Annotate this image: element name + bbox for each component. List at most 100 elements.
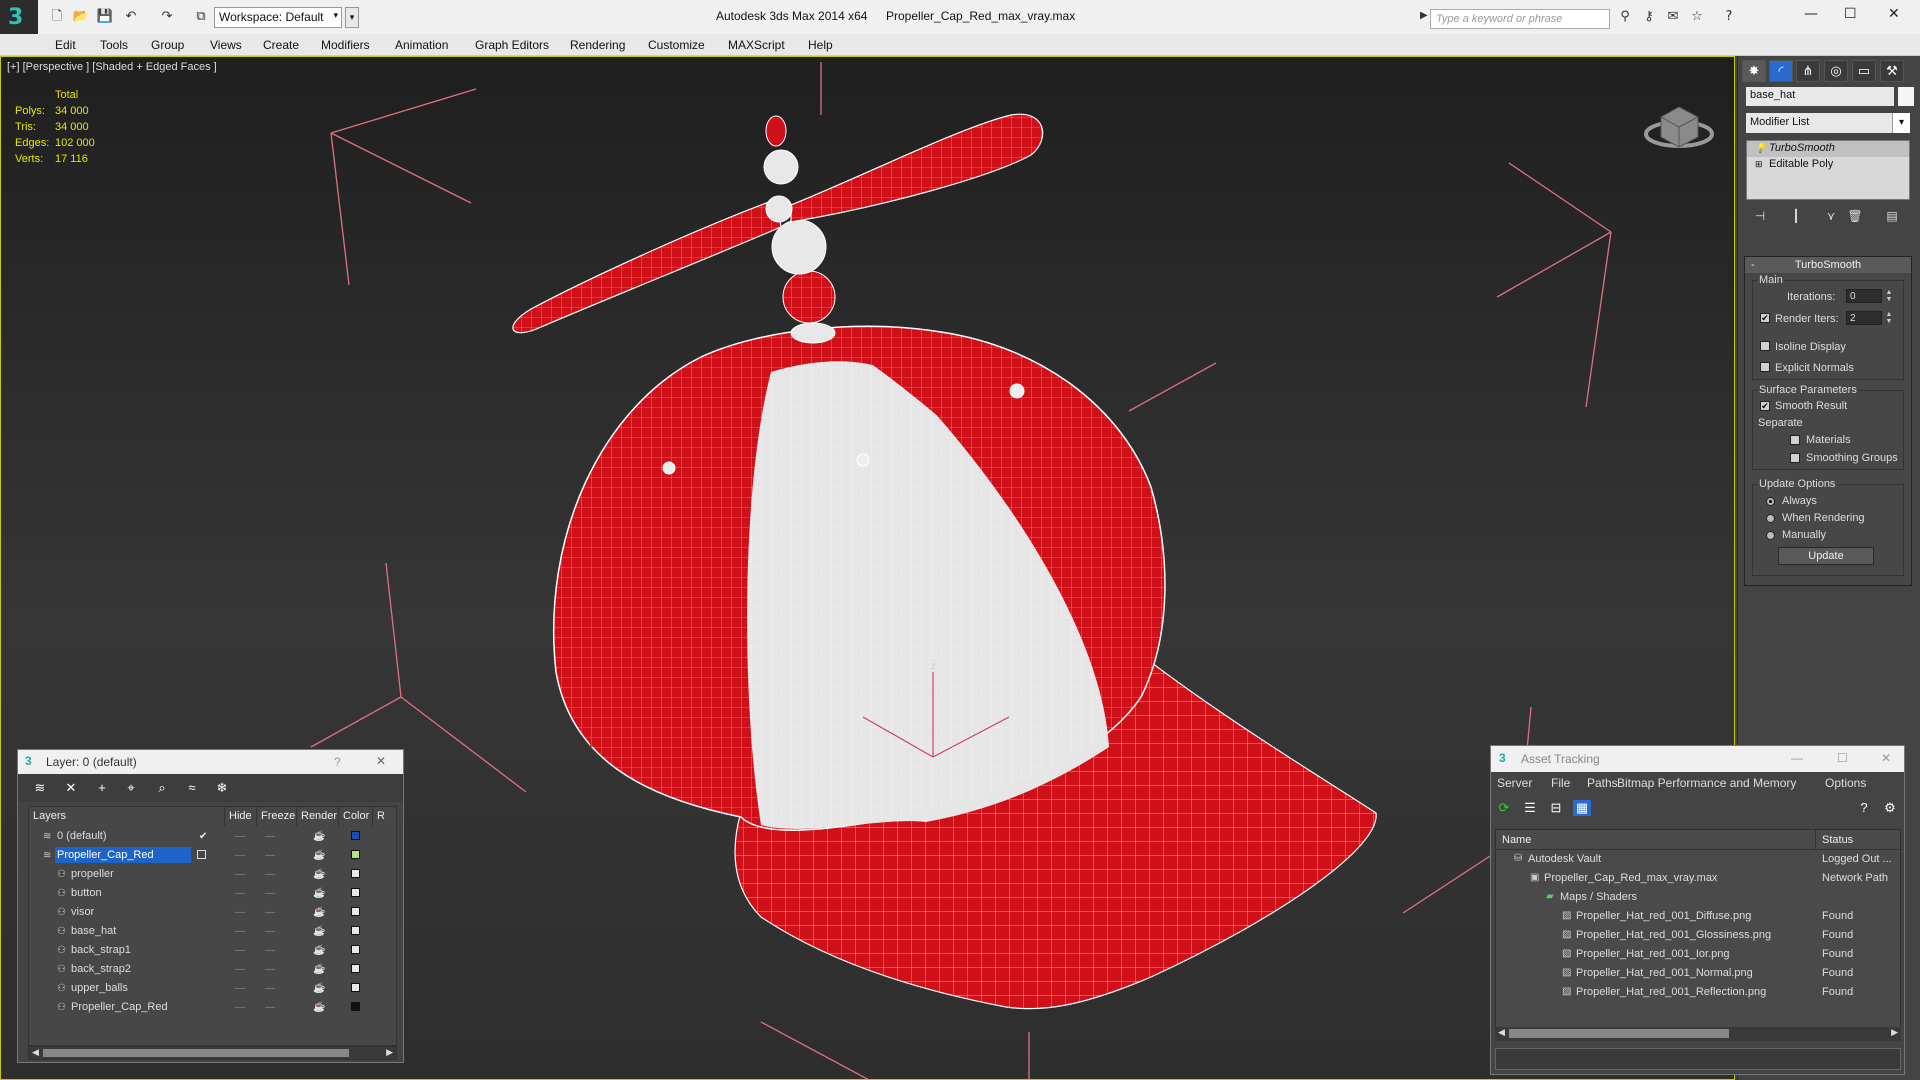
- update-when-rendering-radio[interactable]: [1766, 514, 1775, 523]
- app-logo-icon[interactable]: 3: [0, 0, 38, 38]
- select-objects-icon[interactable]: ⌖: [122, 780, 140, 796]
- asset-dialog-titlebar[interactable]: 3 Asset Tracking — ☐ ✕: [1491, 746, 1904, 772]
- layer-name[interactable]: back_strap2: [69, 961, 131, 977]
- update-always-radio[interactable]: [1766, 497, 1775, 506]
- asset-row[interactable]: ▨ Propeller_Hat_red_001_Ior.png Found: [1496, 946, 1900, 965]
- undo-icon[interactable]: ↶: [122, 8, 140, 26]
- viewcube-icon[interactable]: [1644, 106, 1714, 148]
- redo-icon[interactable]: ↷: [158, 8, 176, 26]
- layer-color-swatch[interactable]: [351, 926, 360, 935]
- menu-create[interactable]: Create: [263, 38, 299, 52]
- menu-tools[interactable]: Tools: [100, 38, 128, 52]
- stack-item-turbosmooth[interactable]: 💡 TurboSmooth: [1747, 141, 1909, 157]
- subscription-icon[interactable]: ⚷: [1640, 8, 1658, 26]
- menu-graph-editors[interactable]: Graph Editors: [475, 38, 549, 52]
- new-file-icon[interactable]: 🗋: [48, 8, 66, 26]
- render-iters-spinner[interactable]: 2: [1846, 311, 1882, 325]
- close-button[interactable]: ✕: [1881, 751, 1891, 765]
- menu-file[interactable]: File: [1551, 776, 1570, 790]
- active-layer-check-icon[interactable]: ✔: [199, 831, 207, 842]
- workspace-dropdown[interactable]: Workspace: Default ▾: [214, 7, 342, 28]
- layer-color-swatch[interactable]: [351, 907, 360, 916]
- layer-row[interactable]: ≋ Propeller_Cap_Red — — ☕: [29, 846, 396, 865]
- layer-row[interactable]: ≋ 0 (default) ✔ — — ☕: [29, 827, 396, 846]
- hide-toggle[interactable]: —: [235, 964, 245, 975]
- render-teapot-icon[interactable]: ☕: [313, 983, 325, 994]
- layer-row[interactable]: ⚇ propeller — — ☕: [29, 865, 396, 884]
- freeze-toggle[interactable]: —: [265, 983, 275, 994]
- render-teapot-icon[interactable]: ☕: [313, 831, 325, 842]
- modifier-stack[interactable]: 💡 TurboSmooth ⊞ Editable Poly: [1746, 140, 1910, 200]
- layer-name[interactable]: 0 (default): [55, 828, 107, 844]
- column-radiosity[interactable]: R: [373, 807, 398, 826]
- update-manually-radio[interactable]: [1766, 531, 1775, 540]
- save-icon[interactable]: 💾: [96, 8, 114, 26]
- menu-paths[interactable]: Paths: [1587, 776, 1618, 790]
- layer-row[interactable]: ⚇ button — — ☕: [29, 884, 396, 903]
- asset-row[interactable]: ▨ Propeller_Hat_red_001_Glossiness.png Fou…: [1496, 927, 1900, 946]
- layer-row[interactable]: ⚇ back_strap1 — — ☕: [29, 941, 396, 960]
- menu-views[interactable]: Views: [210, 38, 242, 52]
- menu-options[interactable]: Options: [1825, 776, 1866, 790]
- upper-ball-white[interactable]: [771, 219, 827, 275]
- layer-row[interactable]: ⚇ visor — — ☕: [29, 903, 396, 922]
- propeller-tip[interactable]: [765, 115, 787, 147]
- layer-color-swatch[interactable]: [351, 869, 360, 878]
- propeller-center-ball[interactable]: [765, 195, 793, 223]
- asset-row[interactable]: ▨ Propeller_Hat_red_001_Reflection.png Fou…: [1496, 984, 1900, 1003]
- menu-customize[interactable]: Customize: [648, 38, 705, 52]
- create-tab-icon[interactable]: ✸: [1742, 60, 1766, 82]
- hide-toggle[interactable]: —: [235, 888, 245, 899]
- motion-tab-icon[interactable]: ◎: [1824, 60, 1848, 82]
- menu-rendering[interactable]: Rendering: [570, 38, 625, 52]
- menu-bitmap-performance[interactable]: Bitmap Performance and Memory: [1617, 776, 1796, 790]
- object-name-field[interactable]: base_hat: [1746, 87, 1894, 106]
- menu-server[interactable]: Server: [1497, 776, 1532, 790]
- scroll-thumb[interactable]: [1509, 1029, 1729, 1038]
- render-teapot-icon[interactable]: ☕: [313, 926, 325, 937]
- smooth-result-checkbox[interactable]: ✔: [1760, 401, 1770, 411]
- asset-row[interactable]: ▨ Propeller_Hat_red_001_Normal.png Found: [1496, 965, 1900, 984]
- hide-toggle[interactable]: —: [235, 831, 245, 842]
- propeller-hub-ball[interactable]: [763, 149, 799, 185]
- column-status[interactable]: Status: [1816, 830, 1902, 850]
- render-teapot-icon[interactable]: ☕: [313, 964, 325, 975]
- render-teapot-icon[interactable]: ☕: [313, 907, 325, 918]
- layer-name[interactable]: Propeller_Cap_Red: [55, 847, 191, 863]
- refresh-icon[interactable]: ⟳: [1495, 800, 1513, 816]
- horizontal-scrollbar[interactable]: ◀ ▶: [28, 1046, 397, 1060]
- pin-stack-icon[interactable]: ⊣: [1752, 209, 1768, 225]
- communication-icon[interactable]: ✉: [1664, 8, 1682, 26]
- column-render[interactable]: Render: [297, 807, 339, 826]
- isoline-display-checkbox[interactable]: [1760, 341, 1770, 351]
- menu-help[interactable]: Help: [808, 38, 833, 52]
- display-tab-icon[interactable]: ▭: [1852, 60, 1876, 82]
- make-unique-icon[interactable]: ⋎: [1823, 209, 1839, 225]
- freeze-toggle[interactable]: —: [265, 926, 275, 937]
- toolbar-overflow-icon[interactable]: ▾: [345, 7, 359, 28]
- materials-checkbox[interactable]: [1790, 435, 1800, 445]
- hide-all-layers-icon[interactable]: ≈: [183, 780, 201, 796]
- freeze-toggle[interactable]: —: [265, 964, 275, 975]
- explicit-normals-checkbox[interactable]: [1760, 362, 1770, 372]
- iterations-spinner[interactable]: 0: [1846, 289, 1882, 303]
- set-current-layer-box[interactable]: [197, 850, 206, 859]
- modifier-list-dropdown[interactable]: Modifier List ▾: [1746, 113, 1910, 133]
- minimize-button[interactable]: —: [1791, 751, 1803, 765]
- scroll-left-icon[interactable]: ◀: [1498, 1027, 1505, 1038]
- binoculars-icon[interactable]: ⚲: [1616, 8, 1634, 26]
- freeze-toggle[interactable]: —: [265, 869, 275, 880]
- layer-name[interactable]: upper_balls: [69, 980, 128, 996]
- layer-name[interactable]: button: [69, 885, 102, 901]
- hide-toggle[interactable]: —: [235, 869, 245, 880]
- layer-color-swatch[interactable]: [351, 964, 360, 973]
- hide-toggle[interactable]: —: [235, 926, 245, 937]
- scroll-left-icon[interactable]: ◀: [32, 1047, 39, 1058]
- stack-item-editable-poly[interactable]: ⊞ Editable Poly: [1747, 157, 1909, 173]
- maximize-button[interactable]: ☐: [1844, 6, 1857, 22]
- hide-toggle[interactable]: —: [235, 945, 245, 956]
- layer-name[interactable]: back_strap1: [69, 942, 131, 958]
- hide-toggle[interactable]: —: [235, 1002, 245, 1013]
- freeze-toggle[interactable]: —: [265, 850, 275, 861]
- freeze-toggle[interactable]: —: [265, 907, 275, 918]
